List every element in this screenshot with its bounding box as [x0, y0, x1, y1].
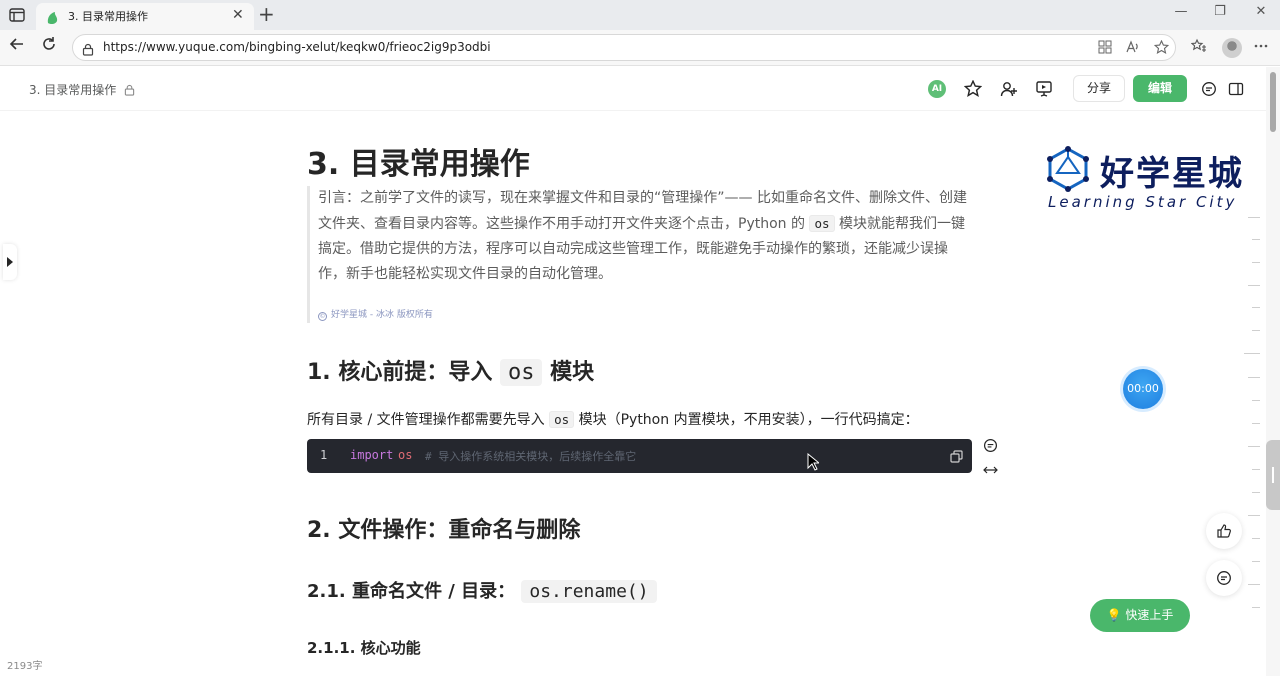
yuque-favicon-icon: [46, 10, 59, 25]
url-text[interactable]: https://www.yuque.com/bingbing-xelut/keq…: [103, 40, 491, 54]
code-module: os: [398, 448, 413, 462]
heading-1-prefix: 1. 核心前提：导入: [307, 360, 500, 385]
thumbs-up-icon: [1217, 524, 1231, 538]
outline-tick: [1248, 377, 1260, 378]
doc-title: 3. 目录常用操作: [307, 147, 530, 182]
heading-3-prefix: 2.1. 重命名文件 / 目录：: [307, 581, 522, 602]
outline-tick: [1248, 217, 1260, 218]
quote-text: 引言：之前学了文件的读写，现在来掌握文件和目录的“管理操作”—— 比如重命名文件…: [318, 186, 972, 287]
outline-tick: [1252, 307, 1260, 308]
star-city-logo-icon: [1047, 146, 1089, 192]
paragraph-suffix: 模块（Python 内置模块，不用安装），一行代码搞定：: [574, 412, 919, 428]
copy-code-icon[interactable]: [950, 448, 964, 463]
code-block[interactable]: 1 import os # 导入操作系统相关模块，后续操作全靠它: [307, 439, 972, 473]
more-menu-icon[interactable]: [1252, 38, 1270, 56]
outline-tick: [1252, 423, 1260, 424]
recording-timer[interactable]: 00:00: [1123, 369, 1163, 409]
scrollbar-thumb[interactable]: [1270, 72, 1276, 132]
ai-assistant-button[interactable]: AI: [926, 78, 948, 100]
logo-text-en: Learning Star City: [1048, 193, 1238, 211]
heading-3-code: os.rename(): [521, 580, 657, 603]
mouse-cursor-icon: [807, 453, 819, 471]
refresh-icon[interactable]: [38, 36, 60, 58]
outline-rail[interactable]: [1244, 217, 1260, 617]
like-button[interactable]: [1206, 513, 1242, 549]
sidebar-expand-button[interactable]: [3, 244, 17, 280]
edit-button[interactable]: 编辑: [1133, 75, 1187, 102]
outline-tick: [1248, 584, 1260, 585]
toggle-panel-icon[interactable]: [1225, 78, 1247, 100]
code-keyword: import: [350, 448, 394, 462]
heading-4: 2.1.1. 核心功能: [307, 639, 421, 657]
copyright-note: © 好学星城 - 冰冰 版权所有: [318, 307, 433, 321]
paragraph-code: os: [549, 411, 575, 428]
quick-start-button[interactable]: 💡 快速上手: [1090, 599, 1190, 632]
inline-code-os: os: [809, 215, 835, 232]
comment-icon: [1217, 571, 1231, 585]
line-number: 1: [320, 448, 328, 462]
outline-tick: [1252, 538, 1260, 539]
expand-width-icon[interactable]: [981, 461, 999, 479]
privacy-lock-icon: [124, 81, 136, 96]
intro-quote: 引言：之前学了文件的读写，现在来掌握文件和目录的“管理操作”—— 比如重命名文件…: [307, 186, 973, 323]
breadcrumb[interactable]: 3. 目录常用操作: [29, 81, 116, 98]
heading-1-code: os: [499, 359, 543, 386]
right-panel-handle[interactable]: [1266, 440, 1280, 510]
favorite-star-icon[interactable]: [1153, 39, 1169, 56]
outline-tick: [1248, 285, 1260, 286]
comment-button[interactable]: [1206, 560, 1242, 596]
paragraph-prefix: 所有目录 / 文件管理操作都需要先导入: [307, 412, 550, 428]
outline-tick: [1248, 515, 1260, 516]
expand-arrow-icon: [7, 257, 13, 267]
outline-tick: [1252, 469, 1260, 470]
profile-avatar[interactable]: [1222, 38, 1242, 58]
doc-header: 3. 目录常用操作 AI 分享 编辑: [0, 67, 1266, 111]
outline-tick: [1252, 400, 1260, 401]
browser-toolbar: https://www.yuque.com/bingbing-xelut/keq…: [0, 30, 1280, 66]
copyright-icon: ©: [318, 312, 327, 321]
close-window-button[interactable]: ✕: [1246, 4, 1276, 24]
heading-2: 2. 文件操作：重命名与删除: [307, 518, 581, 543]
minimize-button[interactable]: —: [1166, 4, 1196, 24]
lock-icon[interactable]: [82, 41, 94, 56]
tab-close-icon[interactable]: ✕: [232, 7, 244, 23]
outline-tick: [1252, 330, 1260, 331]
page-scrollbar[interactable]: [1266, 67, 1280, 676]
tab-actions-icon[interactable]: [8, 6, 26, 24]
outline-tick: [1244, 353, 1260, 354]
star-icon[interactable]: [962, 78, 984, 100]
outline-tick: [1252, 239, 1260, 240]
heading-1: 1. 核心前提：导入 os 模块: [307, 354, 594, 386]
brand-logo: 好学星城 Learning Star City: [1046, 146, 1262, 212]
comments-icon[interactable]: [1198, 78, 1220, 100]
outline-tick: [1252, 492, 1260, 493]
yuque-page: 3. 目录常用操作 AI 分享 编辑 3. 目录常用操作 引言：之前学了文件的读…: [0, 67, 1280, 676]
add-collaborator-icon[interactable]: [998, 78, 1020, 100]
paragraph: 所有目录 / 文件管理操作都需要先导入 os 模块（Python 内置模块，不用…: [307, 409, 919, 429]
heading-3: 2.1. 重命名文件 / 目录： os.rename(): [307, 577, 657, 603]
block-comment-icon[interactable]: [981, 436, 999, 454]
favorites-icon[interactable]: [1190, 38, 1208, 56]
tab-title: 3. 目录常用操作: [68, 10, 148, 23]
presentation-icon[interactable]: [1033, 78, 1055, 100]
tab-active[interactable]: 3. 目录常用操作 ✕: [36, 3, 254, 30]
ai-badge: AI: [928, 80, 946, 98]
outline-tick: [1252, 262, 1260, 263]
outline-tick: [1252, 561, 1260, 562]
maximize-button[interactable]: ❐: [1205, 4, 1235, 24]
read-aloud-icon[interactable]: [1125, 40, 1141, 56]
app-available-icon[interactable]: [1097, 40, 1113, 56]
code-comment: # 导入操作系统相关模块，后续操作全靠它: [425, 450, 637, 463]
share-button[interactable]: 分享: [1073, 75, 1125, 102]
address-bar[interactable]: https://www.yuque.com/bingbing-xelut/keq…: [72, 34, 1176, 61]
outline-tick: [1248, 446, 1260, 447]
word-count: 2193字: [7, 661, 43, 672]
outline-tick: [1252, 607, 1260, 608]
logo-text-cn: 好学星城: [1100, 154, 1244, 194]
browser-tab-bar: 3. 目录常用操作 ✕ + — ❐ ✕: [0, 0, 1280, 30]
copyright-text: 好学星城 - 冰冰 版权所有: [331, 310, 433, 320]
back-icon[interactable]: [6, 36, 28, 58]
new-tab-button[interactable]: +: [258, 2, 275, 26]
heading-1-suffix: 模块: [542, 360, 595, 385]
